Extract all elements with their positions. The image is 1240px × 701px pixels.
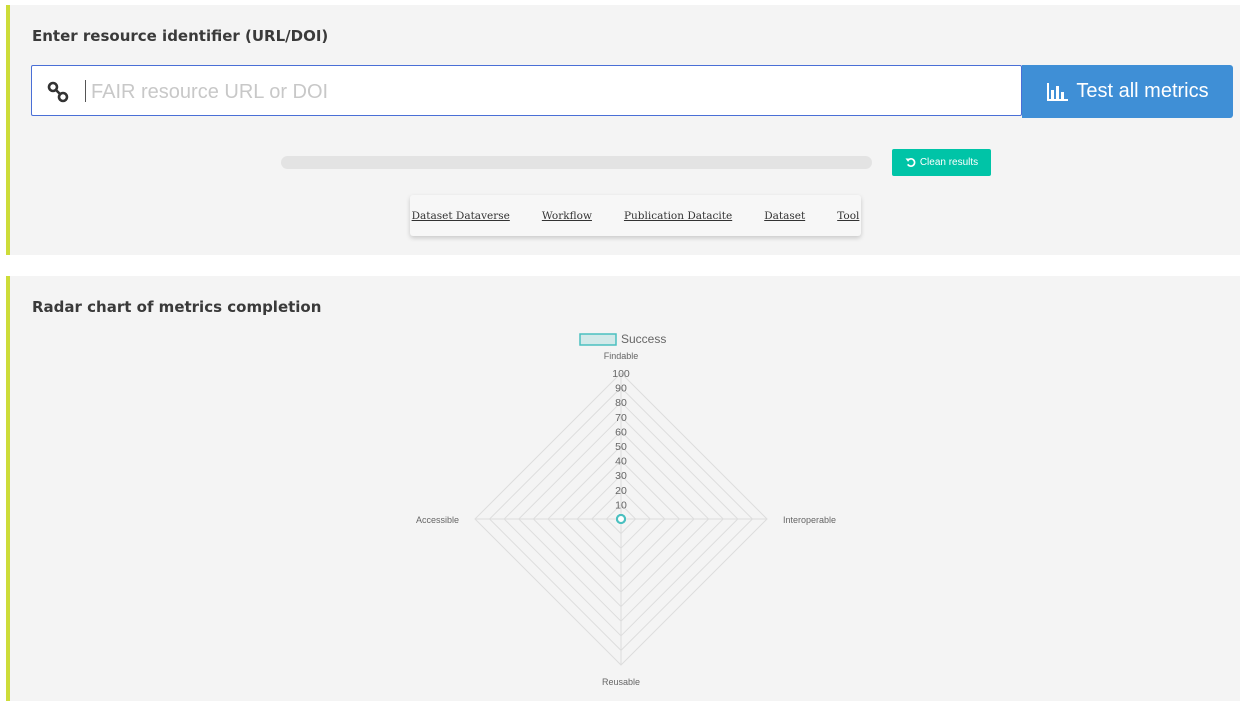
clean-results-button[interactable]: Clean results [892, 149, 991, 176]
radar-tick-label: 50 [615, 441, 627, 453]
example-link-tool[interactable]: Tool [837, 210, 859, 222]
input-section-title: Enter resource identifier (URL/DOI) [32, 27, 329, 45]
radar-axis-label: Findable [604, 351, 639, 361]
radar-tick-label: 60 [615, 426, 627, 438]
example-link-dataset-dataverse[interactable]: Dataset Dataverse [412, 210, 510, 222]
radar-tick-label: 70 [615, 412, 627, 424]
clean-results-label: Clean results [919, 157, 979, 168]
radar-tick-label: 10 [615, 499, 627, 511]
radar-chart: 10 20 30 40 50 60 70 80 90 100 Findable Interoperab… [416, 332, 836, 687]
example-link-dataset[interactable]: Dataset [764, 210, 805, 222]
bar-chart-icon [1047, 82, 1069, 101]
radar-tick-label: 90 [615, 383, 627, 395]
legend-swatch [579, 333, 617, 346]
url-input-group [31, 65, 1022, 116]
radar-axis-label: Interoperable [783, 515, 836, 525]
radar-axis-label: Accessible [416, 515, 459, 525]
test-all-metrics-label: Test all metrics [1076, 80, 1209, 102]
test-all-metrics-button[interactable]: Test all metrics [1022, 65, 1233, 118]
radar-tick-label: 20 [615, 485, 627, 497]
radar-tick-label: 80 [615, 397, 627, 409]
radar-tick-label: 100 [612, 368, 630, 380]
url-input[interactable] [89, 72, 993, 112]
radar-tick-label: 40 [615, 456, 627, 468]
chart-section: Radar chart of metrics completion 10 20 30… [6, 276, 1240, 701]
example-link-workflow[interactable]: Workflow [542, 210, 592, 222]
input-section: Enter resource identifier (URL/DOI) Test… [6, 5, 1240, 255]
text-caret [85, 80, 86, 102]
radar-tick-label: 30 [615, 470, 627, 482]
link-icon [47, 81, 69, 103]
radar-data-point [616, 514, 626, 524]
example-links: Dataset Dataverse Workflow Publication D… [410, 195, 861, 236]
example-link-publication-datacite[interactable]: Publication Datacite [624, 210, 732, 222]
undo-icon [905, 158, 916, 167]
radar-axis-label: Reusable [602, 677, 640, 687]
progress-bar [281, 156, 872, 169]
legend-label: Success [621, 332, 666, 346]
